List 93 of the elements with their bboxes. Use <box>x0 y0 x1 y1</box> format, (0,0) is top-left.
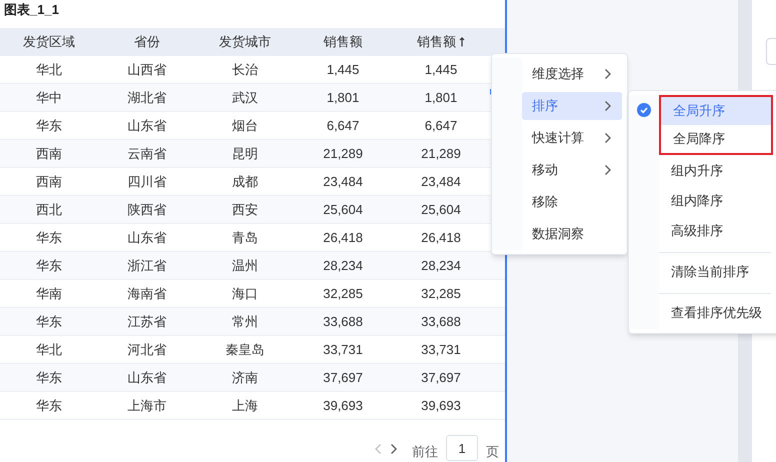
table-cell-text: 39,693 <box>322 396 364 415</box>
table-cell-text: 21,289 <box>322 144 364 163</box>
table-cell-text: 华东 <box>35 312 63 331</box>
table-cell-text: 山西省 <box>126 60 168 79</box>
menu-item[interactable]: 查看排序优先级 <box>659 293 771 327</box>
table-cell-text: 山东省 <box>126 368 168 387</box>
table-cell-text: 西安 <box>231 200 259 219</box>
table-cell-text: 昆明 <box>231 144 259 163</box>
table-cell-text: 温州 <box>231 256 259 275</box>
table-cell-text: 西南 <box>35 172 63 191</box>
chevron-right-icon <box>604 100 612 112</box>
table-cell-text: 上海市 <box>126 396 168 415</box>
table-cell-text: 湖北省 <box>126 88 168 107</box>
table-cell-text: 1,445 <box>326 60 360 79</box>
table-cell-text: 1,801 <box>326 88 360 107</box>
menu-item[interactable]: 排序 <box>522 92 622 120</box>
table-cell-text: 秦皇岛 <box>224 340 266 359</box>
table-cell-text: 华中 <box>35 88 63 107</box>
table-cell-text: 浙江省 <box>126 256 168 275</box>
table-cell-text: 武汉 <box>231 88 259 107</box>
table-cell-text: 华东 <box>35 116 63 135</box>
table-cell-text: 陕西省 <box>126 200 168 219</box>
column-header[interactable]: 销售额 <box>294 28 392 56</box>
table-cell-text: 6,647 <box>326 116 360 135</box>
column-header[interactable]: 发货城市 <box>196 28 294 56</box>
table-cell-text: 37,697 <box>420 368 462 387</box>
chevron-left-icon <box>374 443 382 455</box>
menu-item[interactable]: 维度选择 <box>522 60 622 88</box>
table-cell-text: 33,731 <box>420 340 462 359</box>
menu-item[interactable]: 移动 <box>522 156 622 184</box>
menu-item[interactable]: 全局升序 <box>661 97 771 125</box>
menu-item[interactable]: 快速计算 <box>522 124 622 152</box>
table-cell-text: 华东 <box>35 368 63 387</box>
table-cell-text: 25,604 <box>420 200 462 219</box>
table-cell-text: 21,289 <box>420 144 462 163</box>
table-cell-text: 济南 <box>231 368 259 387</box>
menu-item[interactable]: 高级排序 <box>659 217 771 245</box>
table-cell-text: 33,688 <box>322 312 364 331</box>
table-cell-text: 23,484 <box>420 172 462 191</box>
table-cell-text: 青岛 <box>231 228 259 247</box>
table-cell-text: 26,418 <box>420 228 462 247</box>
chevron-right-icon <box>604 132 612 144</box>
page-suffix: 页 <box>486 442 499 460</box>
table-cell-text: 西南 <box>35 144 63 163</box>
menu-item[interactable]: 移除 <box>522 188 622 216</box>
table-cell-text: 华东 <box>35 256 63 275</box>
table-cell-text: 华北 <box>35 340 63 359</box>
table-cell-text: 成都 <box>231 172 259 191</box>
table-cell-text: 烟台 <box>231 116 259 135</box>
table-cell-text: 山东省 <box>126 116 168 135</box>
table-cell-text: 江苏省 <box>126 312 168 331</box>
menu-item[interactable]: 全局降序 <box>661 125 771 153</box>
chevron-right-icon <box>604 68 612 80</box>
table-cell-text: 长治 <box>231 60 259 79</box>
table-cell-text: 河北省 <box>126 340 168 359</box>
table-cell-text: 6,647 <box>424 116 458 135</box>
table-cell-text: 32,285 <box>322 284 364 303</box>
menu-item[interactable]: 清除当前排序 <box>659 252 771 286</box>
table-cell-text: 常州 <box>231 312 259 331</box>
column-header[interactable]: 发货区域 <box>0 28 98 56</box>
table-cell-text: 海口 <box>231 284 259 303</box>
table-cell-text: 28,234 <box>420 256 462 275</box>
table-cell-text: 华南 <box>35 284 63 303</box>
table-cell-text: 23,484 <box>322 172 364 191</box>
chevron-right-icon <box>604 164 612 176</box>
table-cell-text: 33,731 <box>322 340 364 359</box>
table-cell-text: 28,234 <box>322 256 364 275</box>
table-cell-text: 海南省 <box>126 284 168 303</box>
table-cell-text: 32,285 <box>420 284 462 303</box>
goto-label: 前往 <box>412 442 438 460</box>
table-cell-text: 39,693 <box>420 396 462 415</box>
table-cell-text: 山东省 <box>126 228 168 247</box>
table-cell-text: 37,697 <box>322 368 364 387</box>
table-cell-text: 华东 <box>35 396 63 415</box>
menu-item[interactable]: 组内升序 <box>659 157 771 185</box>
column-header[interactable]: 省份 <box>98 28 196 56</box>
table-cell-text: 云南省 <box>126 144 168 163</box>
table-cell-text: 33,688 <box>420 312 462 331</box>
menu-item[interactable]: 组内降序 <box>659 187 771 215</box>
table-cell-text: 四川省 <box>126 172 168 191</box>
menu-item[interactable]: 数据洞察 <box>522 220 622 248</box>
table-cell-text: 25,604 <box>322 200 364 219</box>
table-cell-text: 西北 <box>35 200 63 219</box>
table-cell-text: 26,418 <box>322 228 364 247</box>
table-cell-text: 华北 <box>35 60 63 79</box>
table-cell-text: 1,801 <box>424 88 458 107</box>
table-cell-text: 上海 <box>231 396 259 415</box>
table-cell-text: 华东 <box>35 228 63 247</box>
table-cell-text: 1,445 <box>424 60 458 79</box>
page-input[interactable]: 1 <box>446 435 478 461</box>
chevron-right-icon <box>390 443 398 455</box>
column-header[interactable]: 销售额 <box>392 28 490 56</box>
chart-title: 图表_1_1 <box>3 1 60 19</box>
